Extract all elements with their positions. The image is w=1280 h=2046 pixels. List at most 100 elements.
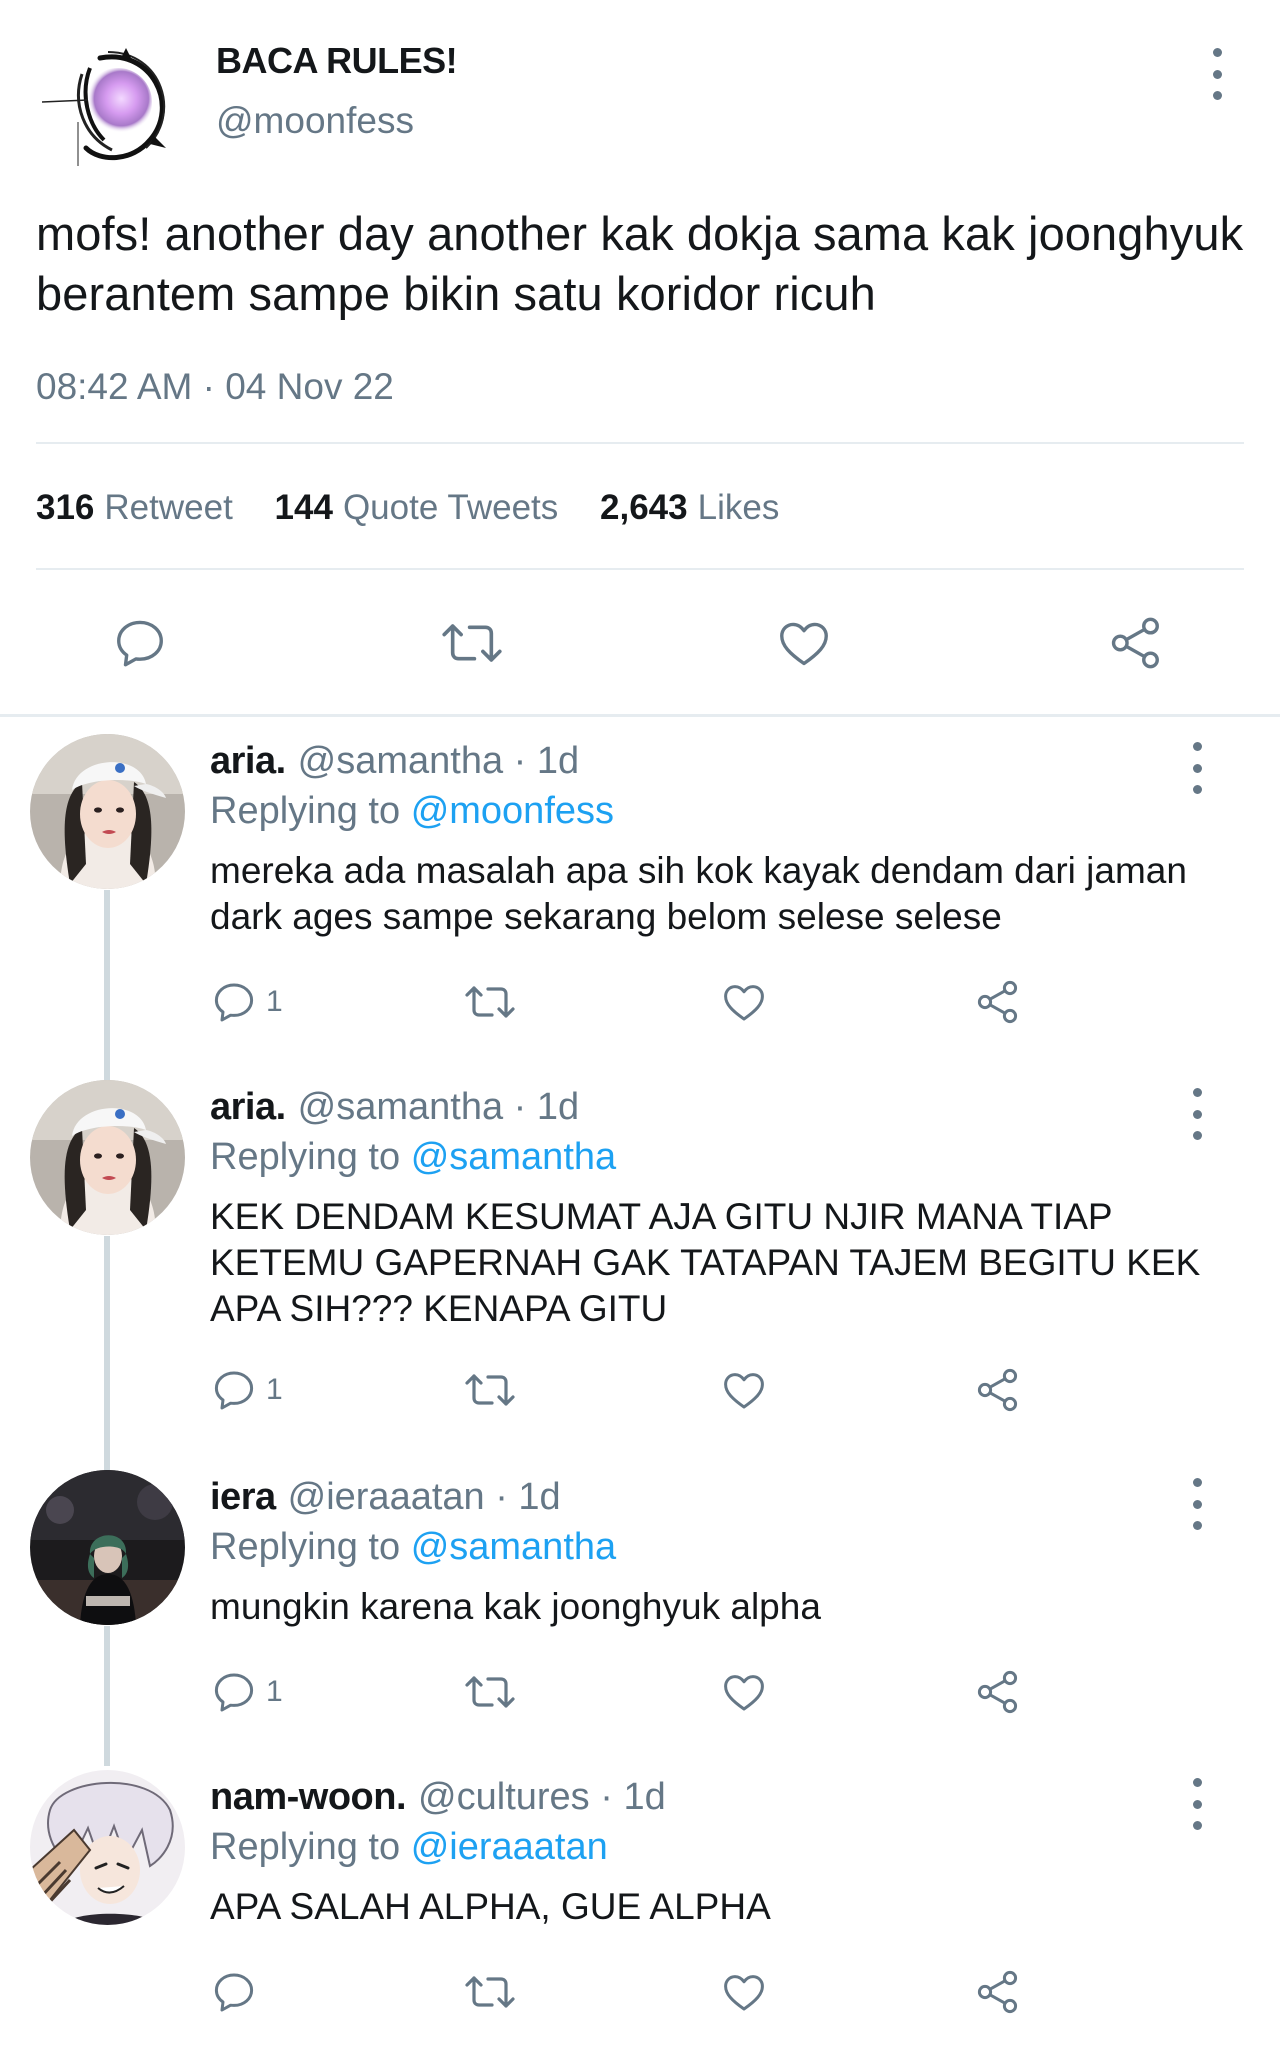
main-tweet: BACA RULES! @moonfess mofs! another day … xyxy=(0,0,1280,716)
avatar[interactable] xyxy=(30,734,185,889)
retweet-count-stat[interactable]: 316 Retweet xyxy=(36,488,233,528)
main-tweet-text: mofs! another day another kak dokja sama… xyxy=(36,207,1244,320)
reply-author-handle[interactable]: @samantha · 1d xyxy=(298,1086,580,1128)
replying-label: Replying to xyxy=(210,1526,401,1568)
reply-author-name[interactable]: iera xyxy=(210,1476,276,1518)
heart-icon xyxy=(724,1975,764,2011)
reply-button[interactable]: 1 xyxy=(210,1668,283,1716)
replying-to-link[interactable]: @samantha xyxy=(411,1526,616,1568)
heart-icon xyxy=(724,1675,764,1711)
reply-text: KEK DENDAM KESUMAT AJA GITU NJIR MANA TI… xyxy=(210,1196,1201,1329)
speech-bubble-icon xyxy=(214,1973,254,2012)
reply-text: mungkin karena kak joonghyuk alpha xyxy=(210,1586,821,1627)
avatar[interactable] xyxy=(30,1470,185,1625)
like-count-stat[interactable]: 2,643 Likes xyxy=(600,488,779,528)
reply-author-name[interactable]: nam-woon. xyxy=(210,1776,407,1818)
share-icon xyxy=(977,1670,1018,1714)
share-icon xyxy=(977,1970,1018,2014)
reply-tweet[interactable]: aria. @samantha · 1d Replying to @moonfes… xyxy=(0,734,1280,1054)
speech-bubble-icon xyxy=(214,1371,254,1410)
like-button[interactable] xyxy=(720,1366,768,1414)
like-button[interactable] xyxy=(720,1968,768,2016)
speech-bubble-icon xyxy=(214,983,254,1022)
retweet-icon xyxy=(465,1374,515,1406)
reply-tweet[interactable]: nam-woon. @cultures · 1d Replying to @ier… xyxy=(0,1770,1280,2046)
heart-icon xyxy=(724,1373,764,1409)
reply-text: APA SALAH ALPHA, GUE ALPHA xyxy=(210,1886,771,1927)
reply-header: iera @ieraaatan · 1d xyxy=(210,1476,561,1519)
reply-author-handle[interactable]: @cultures · 1d xyxy=(418,1776,666,1818)
reply-button[interactable] xyxy=(110,614,170,672)
retweet-icon xyxy=(465,1676,515,1708)
retweet-label: Retweet xyxy=(104,488,233,527)
speech-bubble-icon xyxy=(214,1673,254,1712)
main-tweet-timestamp[interactable]: 08:42 AM · 04 Nov 22 xyxy=(36,366,394,408)
retweet-button[interactable] xyxy=(462,1668,518,1716)
kebab-menu-icon[interactable] xyxy=(1186,742,1208,794)
kebab-menu-icon[interactable] xyxy=(1186,1088,1208,1140)
like-button[interactable] xyxy=(720,1668,768,1716)
divider xyxy=(36,442,1244,444)
reply-author-handle[interactable]: @samantha · 1d xyxy=(298,740,580,782)
replying-to-link[interactable]: @moonfess xyxy=(411,790,614,832)
retweet-button[interactable] xyxy=(438,614,506,672)
replying-label: Replying to xyxy=(210,1826,401,1868)
reply-count: 1 xyxy=(266,985,283,1018)
reply-text: mereka ada masalah apa sih kok kayak den… xyxy=(210,850,1187,937)
replying-to-link[interactable]: @ieraaatan xyxy=(411,1826,608,1868)
reply-button[interactable]: 1 xyxy=(210,978,283,1026)
share-button[interactable] xyxy=(974,1366,1022,1414)
retweet-button[interactable] xyxy=(462,1968,518,2016)
replying-label: Replying to xyxy=(210,790,401,832)
share-button[interactable] xyxy=(974,1668,1022,1716)
replying-to: Replying to @ieraaatan xyxy=(210,1826,608,1869)
reply-button[interactable]: 1 xyxy=(210,1366,283,1414)
reply-author-name[interactable]: aria. xyxy=(210,740,286,782)
divider xyxy=(36,568,1244,570)
avatar[interactable] xyxy=(30,1080,185,1235)
kebab-menu-icon[interactable] xyxy=(1206,48,1228,100)
heart-icon xyxy=(780,622,828,666)
reply-header: nam-woon. @cultures · 1d xyxy=(210,1776,666,1819)
section-divider xyxy=(0,714,1280,717)
reply-header: aria. @samantha · 1d xyxy=(210,1086,579,1129)
reply-count: 1 xyxy=(266,1373,283,1406)
replying-to: Replying to @samantha xyxy=(210,1526,616,1569)
main-display-name[interactable]: BACA RULES! xyxy=(216,40,458,82)
share-button[interactable] xyxy=(1106,614,1166,672)
retweet-count: 316 xyxy=(36,488,95,527)
retweet-button[interactable] xyxy=(462,978,518,1026)
reply-tweet[interactable]: iera @ieraaatan · 1d Replying to @samanth… xyxy=(0,1470,1280,1770)
share-icon xyxy=(1111,617,1159,669)
reply-author-name[interactable]: aria. xyxy=(210,1086,286,1128)
kebab-menu-icon[interactable] xyxy=(1186,1478,1208,1530)
share-icon xyxy=(977,1368,1018,1412)
replying-to-link[interactable]: @samantha xyxy=(411,1136,616,1178)
share-button[interactable] xyxy=(974,978,1022,1026)
heart-icon xyxy=(724,985,764,1021)
retweet-button[interactable] xyxy=(462,1366,518,1414)
quote-label: Quote Tweets xyxy=(342,488,559,527)
main-handle[interactable]: @moonfess xyxy=(216,100,414,142)
like-button[interactable] xyxy=(774,614,834,672)
retweet-icon xyxy=(465,1976,515,2008)
reply-count: 1 xyxy=(266,1675,283,1708)
avatar[interactable] xyxy=(30,1770,185,1925)
replying-to: Replying to @moonfess xyxy=(210,790,614,833)
main-action-bar xyxy=(0,600,1280,690)
replying-to: Replying to @samantha xyxy=(210,1136,616,1179)
speech-bubble-icon xyxy=(117,620,163,667)
kebab-menu-icon[interactable] xyxy=(1186,1778,1208,1830)
reply-tweet[interactable]: aria. @samantha · 1d Replying to @samanth… xyxy=(0,1080,1280,1470)
tweet-stats: 316 Retweet 144 Quote Tweets 2,643 Likes xyxy=(36,488,811,528)
likes-label: Likes xyxy=(697,488,780,527)
share-icon xyxy=(977,980,1018,1024)
quote-count-stat[interactable]: 144 Quote Tweets xyxy=(275,488,559,528)
reply-button[interactable] xyxy=(210,1968,258,2016)
like-button[interactable] xyxy=(720,978,768,1026)
moonfess-avatar[interactable] xyxy=(41,44,178,168)
retweet-icon xyxy=(442,624,502,662)
share-button[interactable] xyxy=(974,1968,1022,2016)
reply-author-handle[interactable]: @ieraaatan · 1d xyxy=(288,1476,561,1518)
quote-count: 144 xyxy=(274,488,333,527)
